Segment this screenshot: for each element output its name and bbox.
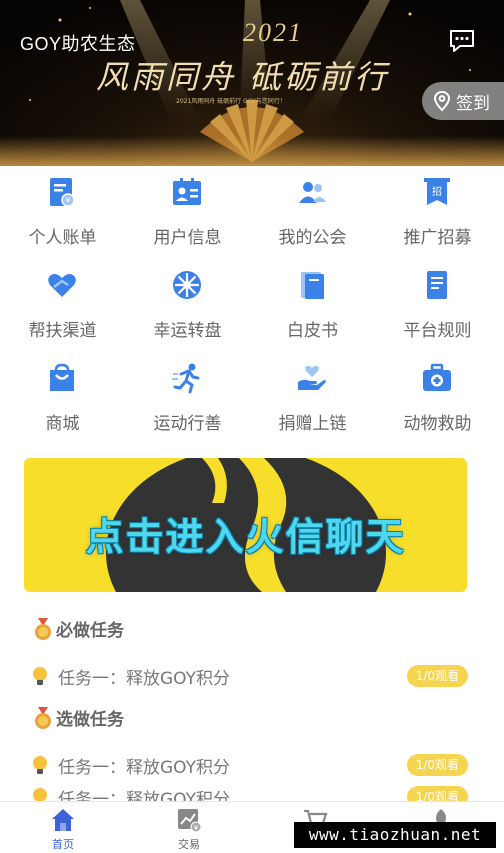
task-name: 任务一：释放GOY积分	[58, 757, 231, 778]
grid-item-lucky-wheel[interactable]: 幸运转盘	[125, 263, 250, 353]
grid-label: 平台规则	[403, 321, 472, 341]
users-icon	[299, 182, 326, 203]
medal-icon	[35, 706, 51, 729]
task-row[interactable]: 任务一：释放GOY积分 1/0观看	[30, 752, 468, 778]
medal-icon	[35, 617, 51, 640]
shopping-bag-icon	[50, 363, 74, 391]
tab-trade[interactable]: ¥ 交易	[126, 802, 252, 853]
lightbulb-icon	[33, 667, 47, 685]
grid-item-my-guild[interactable]: 我的公会	[250, 170, 375, 260]
bill-icon: ¥	[50, 178, 75, 207]
promo-banner[interactable]: 点击进入火信聊天	[24, 458, 467, 592]
id-card-icon	[173, 178, 201, 205]
task-badge[interactable]: 1/0观看	[406, 665, 468, 687]
task-badge[interactable]: 1/0观看	[406, 754, 468, 776]
grid-label: 动物救助	[403, 414, 472, 434]
running-icon	[172, 363, 200, 394]
grid-label: 捐赠上链	[278, 414, 347, 434]
grid-label: 用户信息	[153, 228, 222, 248]
banner-slogan: 风雨同舟 砥砺前行	[96, 58, 390, 96]
banner-subtitle: 2021风雨同舟 砥砺前行 GOY与您同行！	[176, 98, 286, 105]
grid-label: 商城	[45, 414, 80, 434]
heart-hand-icon	[48, 274, 76, 297]
lightbulb-icon	[33, 756, 47, 774]
grid-label: 幸运转盘	[153, 321, 222, 341]
signin-button[interactable]: 签到	[422, 82, 504, 120]
task-row[interactable]: 任务一：释放GOY积分 1/0观看	[30, 663, 468, 689]
grid-label: 运动行善	[153, 414, 222, 434]
grid-item-animal-rescue[interactable]: 动物救助	[375, 356, 500, 446]
grid-item-user-info[interactable]: 用户信息	[125, 170, 250, 260]
grid-item-sport-charity[interactable]: 运动行善	[125, 356, 250, 446]
rules-icon	[427, 271, 447, 299]
grid-label: 个人账单	[28, 228, 97, 248]
book-icon	[301, 272, 324, 299]
promo-text: 点击进入火信聊天	[85, 515, 406, 559]
grid-label: 帮扶渠道	[28, 321, 97, 341]
banner-year: 2021	[243, 18, 303, 47]
svg-text:¥: ¥	[65, 196, 70, 205]
grid-label: 推广招募	[403, 228, 472, 248]
grid-item-recruit[interactable]: 招 推广招募	[375, 170, 500, 260]
home-icon	[52, 809, 74, 831]
trade-icon: ¥	[178, 809, 202, 833]
grid-label: 我的公会	[278, 228, 347, 248]
grid-item-aid-channel[interactable]: 帮扶渠道	[0, 263, 125, 353]
grid-item-mall[interactable]: 商城	[0, 356, 125, 446]
svg-text:¥: ¥	[194, 824, 199, 832]
grid-item-rules[interactable]: 平台规则	[375, 263, 500, 353]
medkit-icon	[423, 363, 451, 391]
tab-label: 交易	[178, 838, 200, 851]
top-banner: GOY助农生态 2021 风雨同舟 砥砺前行 2021风雨同舟 砥砺前行 GOY…	[0, 0, 504, 166]
optional-tasks-label: 选做任务	[56, 710, 124, 730]
grid-item-donate-chain[interactable]: 捐赠上链	[250, 356, 375, 446]
chat-bubble-icon[interactable]	[448, 28, 476, 54]
grid-item-bill[interactable]: ¥ 个人账单	[0, 170, 125, 260]
grid-label: 白皮书	[287, 321, 338, 341]
svg-text:招: 招	[432, 185, 442, 198]
tab-home[interactable]: 首页	[0, 802, 126, 853]
watermark-text: www.tiaozhuan.net	[294, 822, 496, 848]
tab-label: 首页	[52, 838, 74, 851]
donate-hand-icon	[298, 365, 326, 390]
wheel-icon	[173, 271, 201, 299]
grid-item-whitepaper[interactable]: 白皮书	[250, 263, 375, 353]
task-name: 任务一：释放GOY积分	[58, 668, 231, 689]
required-tasks-title: 必做任务	[32, 616, 124, 641]
required-tasks-label: 必做任务	[56, 621, 124, 641]
optional-tasks-title: 选做任务	[32, 705, 124, 730]
recruit-icon: 招	[424, 178, 450, 205]
location-pin-icon	[433, 90, 451, 112]
signin-label: 签到	[456, 93, 490, 114]
